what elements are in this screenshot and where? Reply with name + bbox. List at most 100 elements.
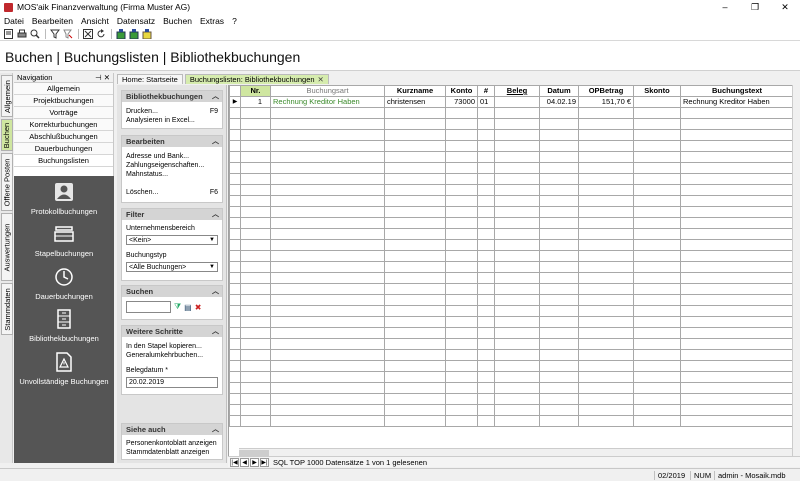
- empty-cell[interactable]: [539, 162, 579, 174]
- empty-cell[interactable]: [445, 316, 478, 328]
- empty-cell[interactable]: [270, 283, 385, 295]
- column-header-nr[interactable]: Nr.: [240, 85, 271, 97]
- empty-table-row[interactable]: [229, 228, 794, 240]
- empty-cell[interactable]: [578, 316, 634, 328]
- empty-cell[interactable]: [539, 151, 579, 163]
- empty-cell[interactable]: [494, 195, 540, 207]
- empty-cell[interactable]: [384, 151, 446, 163]
- empty-cell[interactable]: [578, 272, 634, 284]
- empty-cell[interactable]: [445, 140, 478, 152]
- empty-cell[interactable]: [240, 206, 271, 218]
- empty-cell[interactable]: [633, 371, 681, 383]
- nav-item-buchungslisten[interactable]: Buchungslisten: [14, 155, 113, 167]
- empty-cell[interactable]: [384, 283, 446, 295]
- nav-button-unvollstaendige-buchungen[interactable]: Unvollständige Buchungen: [14, 352, 114, 386]
- empty-cell[interactable]: [494, 129, 540, 141]
- empty-cell[interactable]: [578, 239, 634, 251]
- empty-cell[interactable]: [633, 250, 681, 262]
- empty-cell[interactable]: [445, 239, 478, 251]
- empty-cell[interactable]: [384, 415, 446, 427]
- empty-table-row[interactable]: [229, 140, 794, 152]
- empty-cell[interactable]: [477, 239, 495, 251]
- empty-cell[interactable]: [445, 338, 478, 350]
- empty-cell[interactable]: [578, 294, 634, 306]
- new-doc-icon[interactable]: [3, 28, 14, 39]
- empty-cell[interactable]: [680, 283, 794, 295]
- empty-cell[interactable]: [270, 118, 385, 130]
- empty-cell[interactable]: [494, 316, 540, 328]
- empty-cell[interactable]: [384, 206, 446, 218]
- empty-cell[interactable]: [539, 107, 579, 119]
- preview-icon[interactable]: [29, 28, 40, 39]
- empty-cell[interactable]: [539, 129, 579, 141]
- empty-table-row[interactable]: [229, 206, 794, 218]
- empty-cell[interactable]: [578, 360, 634, 372]
- empty-cell[interactable]: [270, 272, 385, 284]
- empty-cell[interactable]: [680, 184, 794, 196]
- empty-cell[interactable]: [578, 382, 634, 394]
- empty-cell[interactable]: [229, 140, 241, 152]
- empty-cell[interactable]: [633, 140, 681, 152]
- empty-cell[interactable]: [270, 184, 385, 196]
- empty-cell[interactable]: [477, 415, 495, 427]
- empty-cell[interactable]: [229, 338, 241, 350]
- empty-cell[interactable]: [633, 195, 681, 207]
- empty-table-row[interactable]: [229, 162, 794, 174]
- zahlung-link[interactable]: Zahlungseigenschaften...: [122, 161, 222, 170]
- empty-cell[interactable]: [384, 360, 446, 372]
- vtab-buchen[interactable]: Buchen: [1, 119, 13, 151]
- empty-cell[interactable]: [539, 283, 579, 295]
- empty-cell[interactable]: [445, 173, 478, 185]
- empty-cell[interactable]: [270, 195, 385, 207]
- empty-cell[interactable]: [270, 261, 385, 273]
- empty-cell[interactable]: [477, 327, 495, 339]
- empty-cell[interactable]: [539, 184, 579, 196]
- empty-cell[interactable]: [229, 349, 241, 361]
- empty-cell[interactable]: [633, 393, 681, 405]
- mahnstatus-link[interactable]: Mahnstatus...: [122, 170, 222, 179]
- empty-cell[interactable]: [539, 195, 579, 207]
- empty-cell[interactable]: [477, 151, 495, 163]
- menu-extras[interactable]: Extras: [200, 16, 224, 26]
- empty-cell[interactable]: [477, 371, 495, 383]
- empty-cell[interactable]: [229, 283, 241, 295]
- horizontal-scrollbar[interactable]: [239, 448, 792, 456]
- book-yellow-icon[interactable]: [141, 28, 152, 39]
- empty-cell[interactable]: [270, 162, 385, 174]
- empty-cell[interactable]: [578, 140, 634, 152]
- book-green-icon[interactable]: [115, 28, 126, 39]
- empty-cell[interactable]: [539, 360, 579, 372]
- empty-cell[interactable]: [445, 305, 478, 317]
- close-button[interactable]: ✕: [770, 0, 800, 14]
- empty-cell[interactable]: [240, 228, 271, 240]
- empty-cell[interactable]: [680, 228, 794, 240]
- empty-cell[interactable]: [445, 349, 478, 361]
- empty-cell[interactable]: [633, 404, 681, 416]
- empty-cell[interactable]: [240, 151, 271, 163]
- panel-header[interactable]: Weitere Schritte ︿: [122, 326, 222, 337]
- empty-cell[interactable]: [494, 239, 540, 251]
- empty-table-row[interactable]: [229, 327, 794, 339]
- empty-cell[interactable]: [229, 228, 241, 240]
- empty-cell[interactable]: [494, 162, 540, 174]
- empty-cell[interactable]: [680, 316, 794, 328]
- empty-cell[interactable]: [680, 217, 794, 229]
- empty-cell[interactable]: [539, 140, 579, 152]
- empty-cell[interactable]: [477, 206, 495, 218]
- empty-cell[interactable]: [384, 305, 446, 317]
- empty-cell[interactable]: [680, 239, 794, 251]
- vtab-auswertungen[interactable]: Auswertungen: [1, 213, 13, 281]
- empty-cell[interactable]: [229, 305, 241, 317]
- cell-hash[interactable]: 01: [477, 96, 495, 108]
- empty-cell[interactable]: [240, 129, 271, 141]
- empty-cell[interactable]: [270, 371, 385, 383]
- empty-cell[interactable]: [578, 349, 634, 361]
- empty-table-row[interactable]: [229, 349, 794, 361]
- empty-cell[interactable]: [229, 195, 241, 207]
- empty-cell[interactable]: [633, 283, 681, 295]
- empty-cell[interactable]: [680, 261, 794, 273]
- empty-cell[interactable]: [680, 327, 794, 339]
- nav-item-allgemein[interactable]: Allgemein: [14, 83, 113, 95]
- empty-cell[interactable]: [633, 294, 681, 306]
- empty-cell[interactable]: [229, 404, 241, 416]
